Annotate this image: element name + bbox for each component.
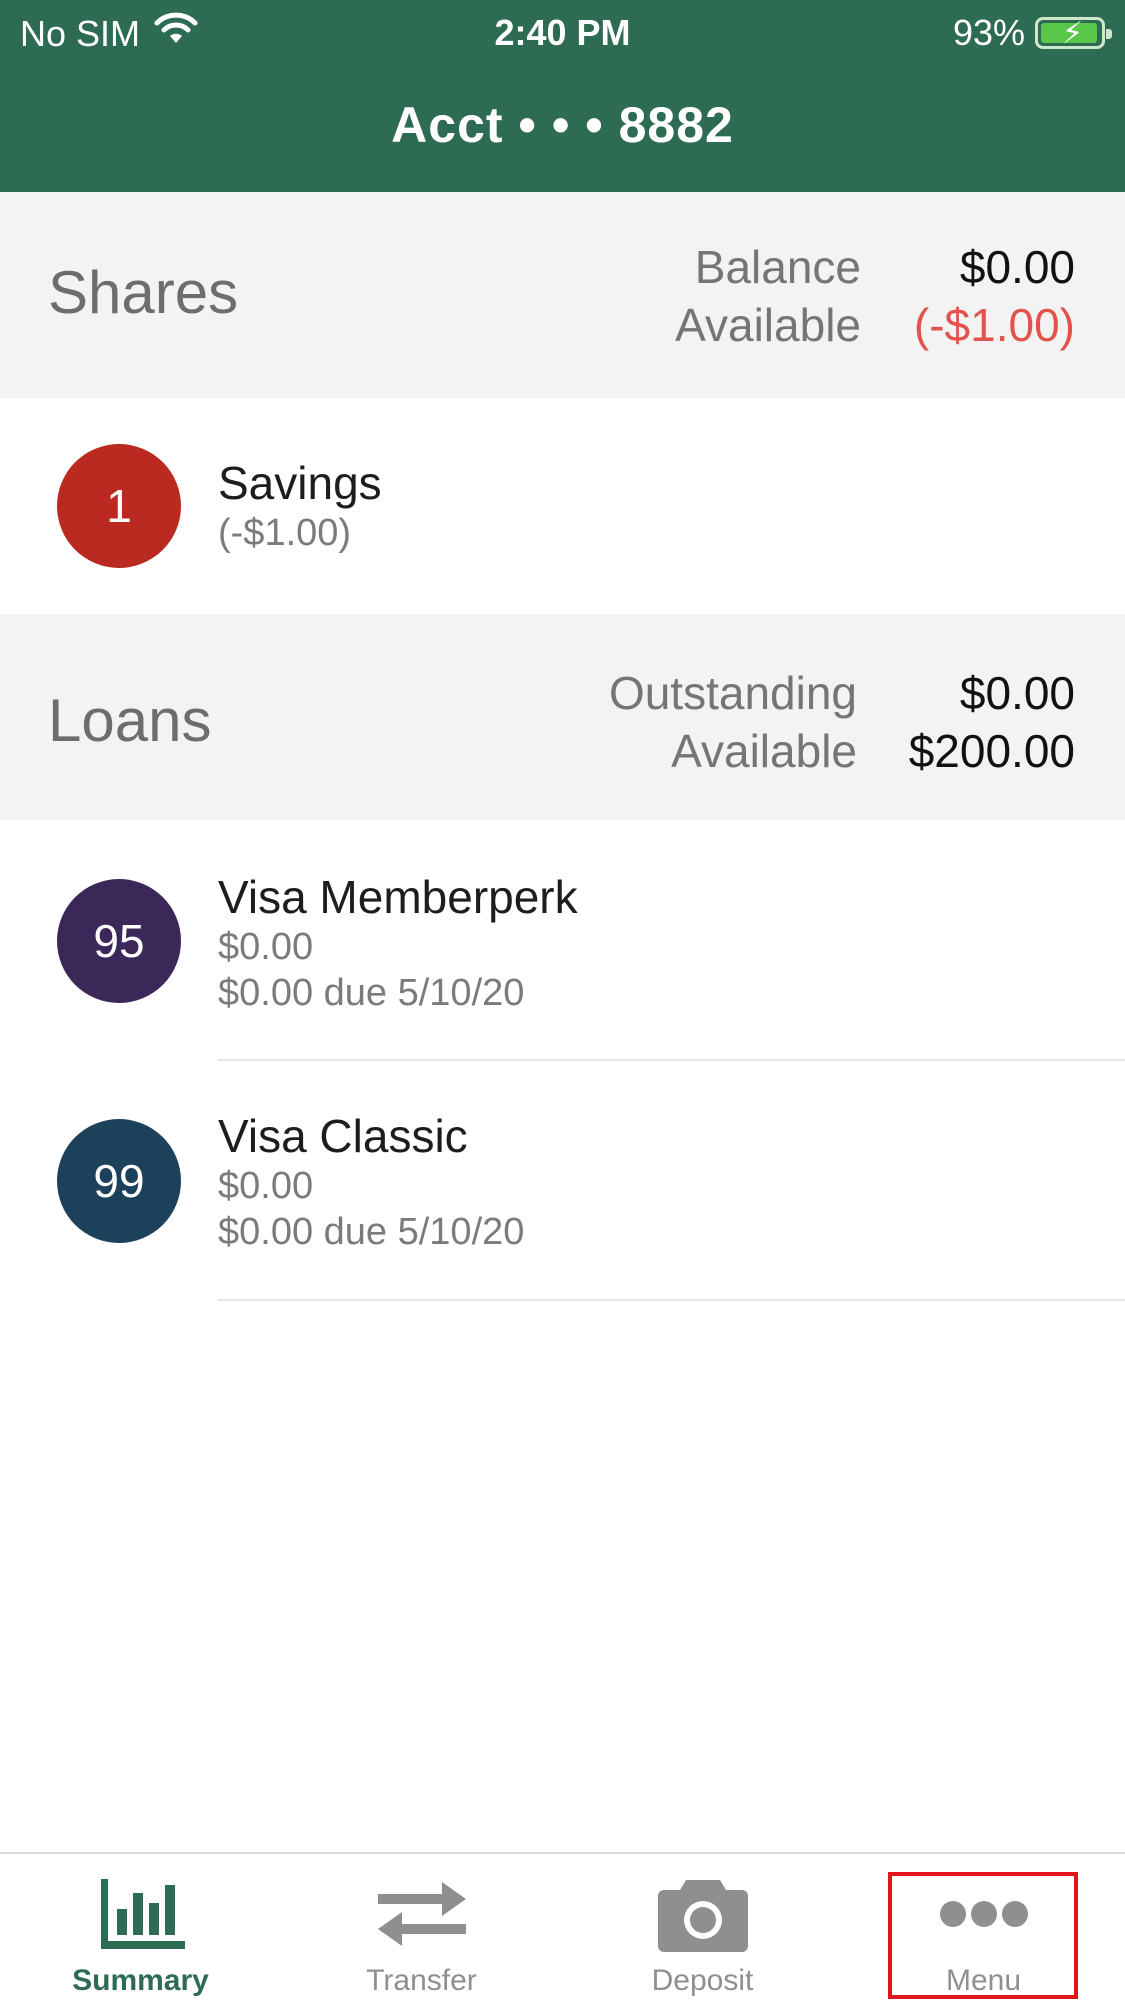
tab-transfer[interactable]: Transfer — [281, 1854, 562, 2001]
shares-summary-labels: Balance Available — [675, 238, 861, 354]
loan-badge: 99 — [57, 1119, 181, 1243]
outstanding-value: $0.00 — [959, 667, 1075, 719]
loan-row-visa-memberperk[interactable]: 95 Visa Memberperk $0.00 $0.00 due 5/10/… — [0, 820, 1125, 1061]
available-label: Available — [675, 299, 861, 351]
loans-summary-values: $0.00 $200.00 — [909, 664, 1075, 780]
tab-transfer-label: Transfer — [366, 1964, 477, 1997]
loan-row-visa-classic[interactable]: 99 Visa Classic $0.00 $0.00 due 5/10/20 — [0, 1061, 1125, 1301]
tab-summary-label: Summary — [72, 1964, 209, 1997]
loan-badge: 95 — [57, 879, 181, 1003]
available-value: (-$1.00) — [913, 299, 1075, 351]
tab-deposit[interactable]: Deposit — [562, 1854, 843, 2001]
shares-summary-values: $0.00 (-$1.00) — [914, 238, 1075, 354]
battery-percent: 93% — [952, 12, 1025, 53]
account-amount: (-$1.00) — [218, 512, 352, 554]
account-title: Acct • • • 8882 — [391, 97, 734, 153]
loans-summary-labels: Outstanding Available — [609, 664, 857, 780]
shares-title: Shares — [48, 259, 239, 326]
account-badge: 1 — [57, 444, 181, 568]
balance-label: Balance — [694, 241, 861, 293]
camera-icon — [562, 1874, 843, 1954]
tab-deposit-label: Deposit — [651, 1964, 754, 1997]
loan-name: Visa Classic — [218, 1110, 468, 1162]
menu-highlight-box — [888, 1872, 1078, 1999]
account-name: Savings — [218, 457, 382, 509]
status-bar: No SIM 2:40 PM 93% ⚡ — [0, 8, 1125, 56]
top-bar: No SIM 2:40 PM 93% ⚡ Acct • • • 8882 — [0, 0, 1125, 192]
tab-summary[interactable]: Summary — [0, 1854, 281, 2001]
transfer-arrows-icon — [281, 1874, 562, 1954]
account-row-savings[interactable]: 1 Savings (-$1.00) — [0, 398, 1125, 614]
status-right: 93% ⚡ — [952, 12, 1112, 54]
loan-amount: $0.00 — [218, 926, 314, 968]
shares-header: Shares Balance Available $0.00 (-$1.00) — [0, 192, 1125, 398]
bar-chart-icon — [0, 1874, 281, 1954]
outstanding-label: Outstanding — [608, 667, 857, 719]
loan-amount: $0.00 — [218, 1165, 314, 1207]
loans-available-value: $200.00 — [908, 725, 1075, 777]
balance-value: $0.00 — [959, 241, 1075, 293]
loan-name: Visa Memberperk — [218, 871, 578, 923]
screen: No SIM 2:40 PM 93% ⚡ Acct • • • 8882 Sha… — [0, 0, 1125, 2001]
loan-due: $0.00 due 5/10/20 — [218, 1211, 525, 1253]
battery-charging-icon: ⚡ — [1035, 17, 1112, 50]
row-divider — [218, 1299, 1125, 1301]
loans-header: Loans Outstanding Available $0.00 $200.0… — [0, 614, 1125, 820]
loans-title: Loans — [48, 687, 212, 754]
loan-due: $0.00 due 5/10/20 — [218, 972, 525, 1014]
loans-available-label: Available — [671, 725, 857, 777]
